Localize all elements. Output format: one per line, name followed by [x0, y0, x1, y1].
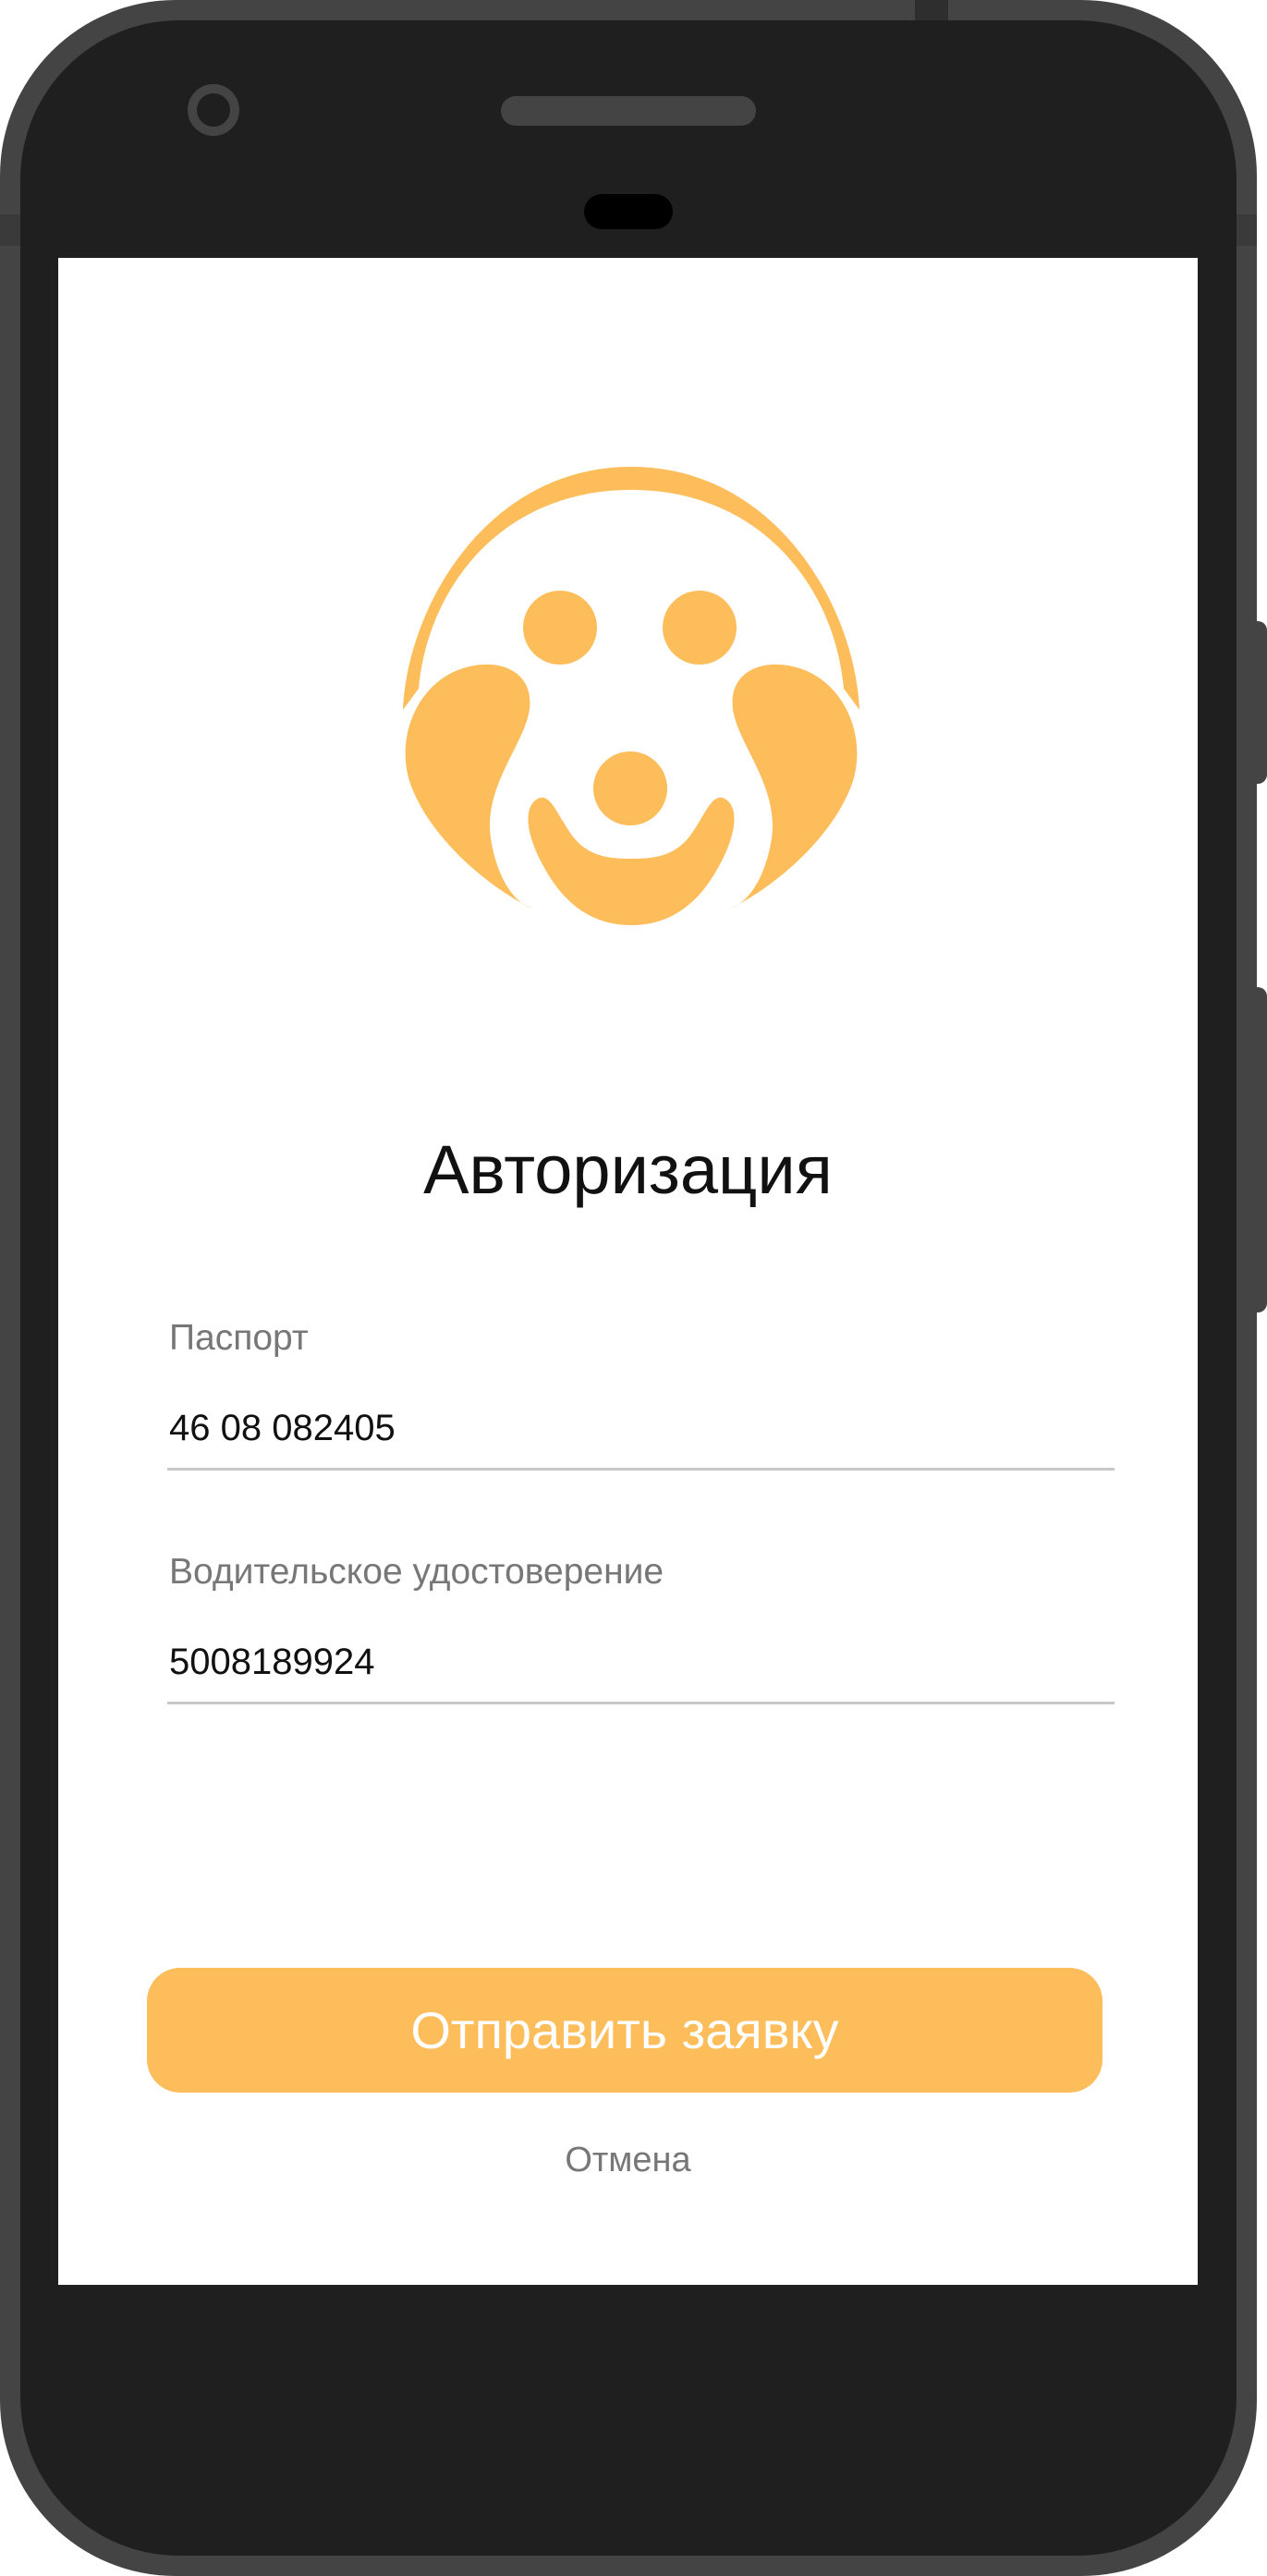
passport-label: Паспорт [169, 1318, 309, 1358]
license-input[interactable] [167, 1636, 1115, 1704]
submit-request-button[interactable]: Отправить заявку [147, 1968, 1103, 2093]
front-camera-icon [188, 84, 239, 136]
dog-face-logo-icon [403, 467, 859, 925]
frame-seam [915, 0, 948, 20]
speaker-grille [501, 96, 756, 126]
app-screen: Авторизация Паспорт Водительское удостов… [58, 258, 1198, 2285]
volume-button [1253, 621, 1267, 784]
proximity-sensor [584, 194, 673, 229]
license-label: Водительское удостоверение [169, 1552, 664, 1592]
passport-input[interactable] [167, 1402, 1115, 1471]
license-field: Водительское удостоверение [167, 1554, 1115, 1704]
power-button [1253, 987, 1267, 1312]
page-title: Авторизация [423, 1131, 833, 1208]
passport-field: Паспорт [167, 1320, 1115, 1471]
frame-band-left [0, 214, 20, 246]
cancel-link[interactable]: Отмена [58, 2141, 1198, 2180]
frame-band-right [1237, 214, 1257, 246]
